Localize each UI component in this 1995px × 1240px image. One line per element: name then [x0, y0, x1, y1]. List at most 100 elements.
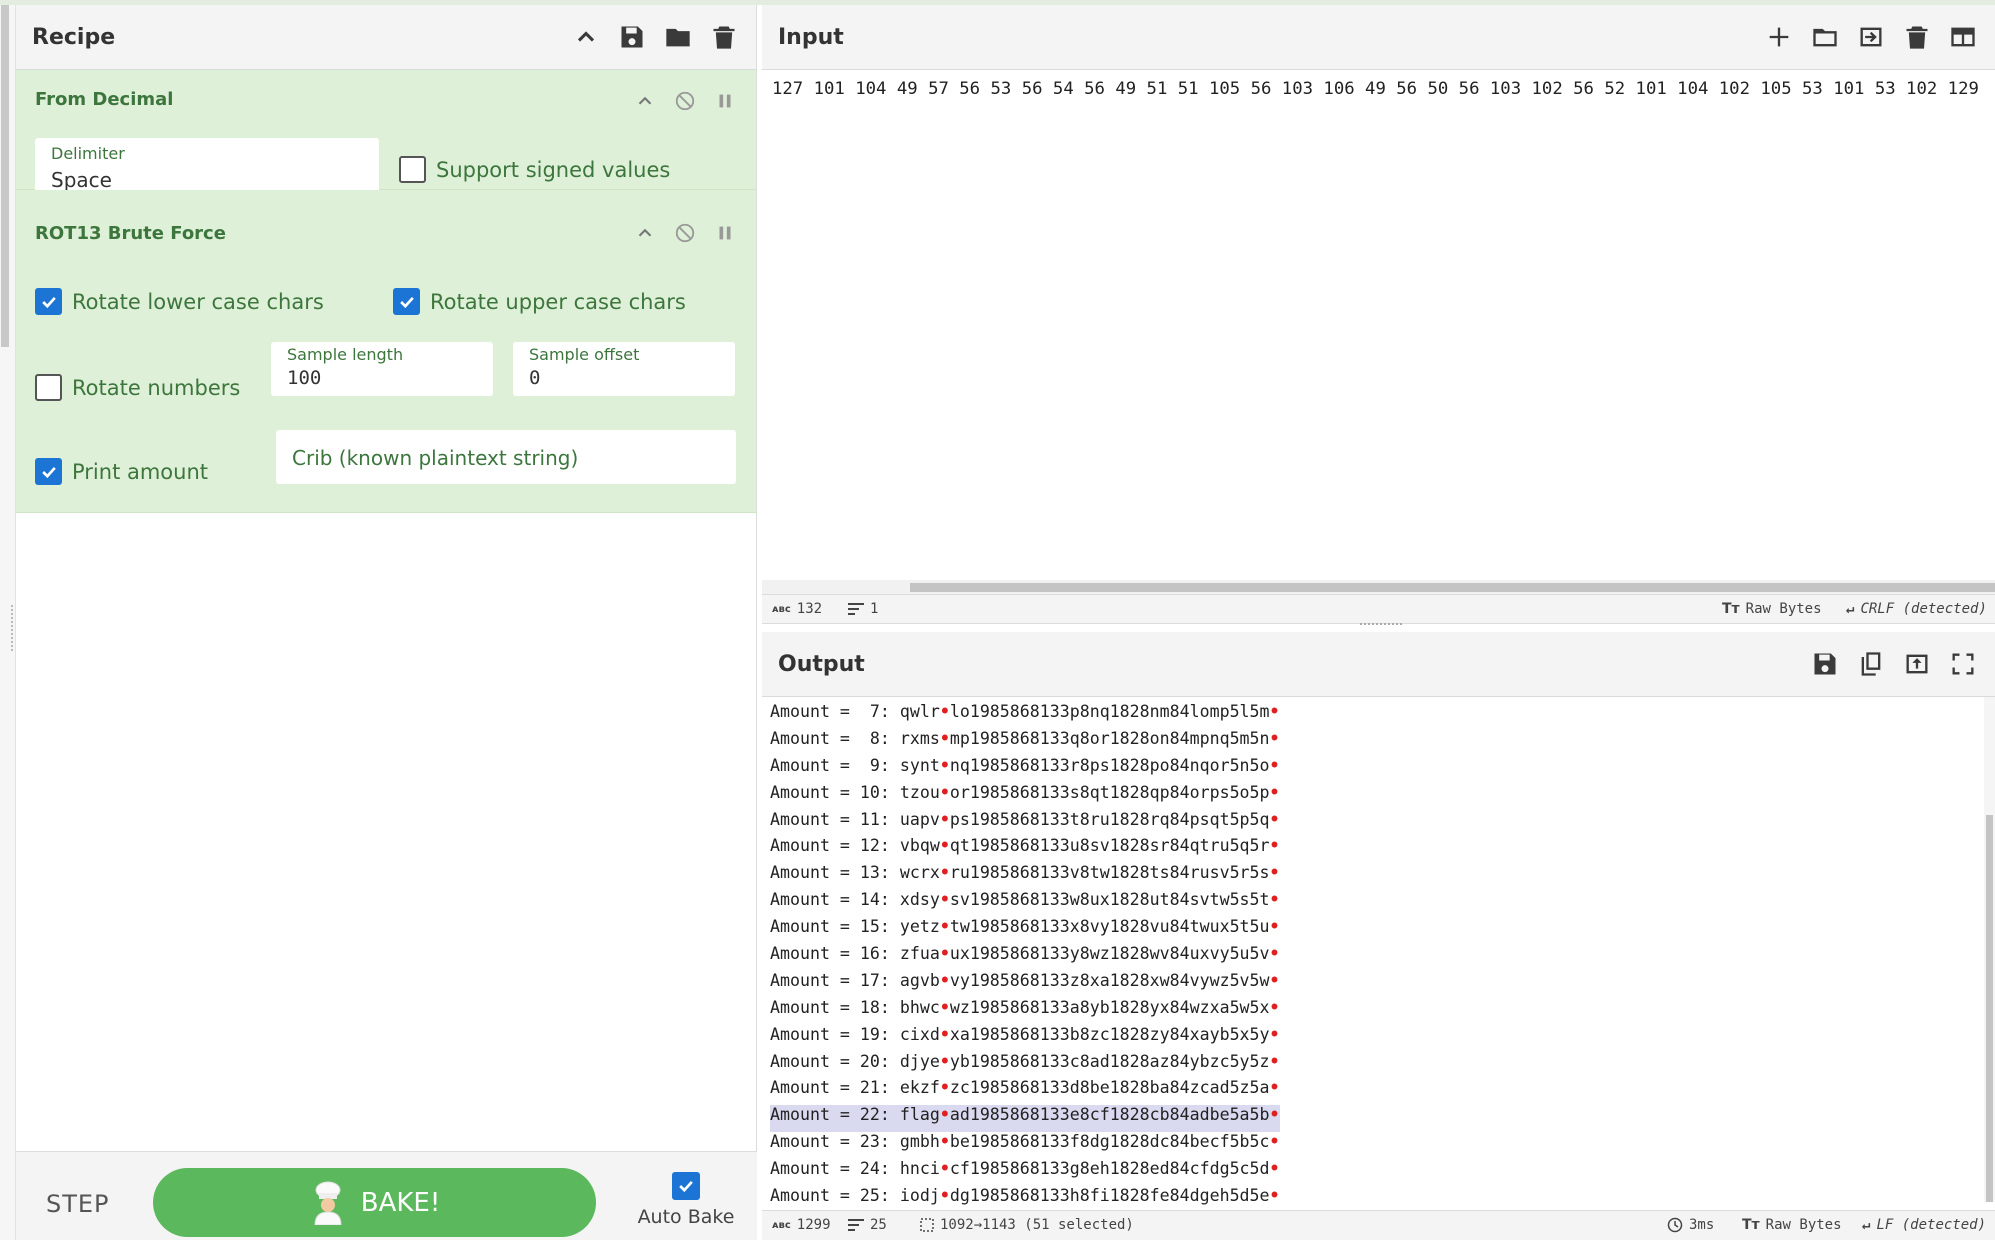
- time-value: 3ms: [1689, 1217, 1715, 1233]
- layout-icon[interactable]: [1947, 21, 1979, 53]
- crib-placeholder: Crib (known plaintext string): [292, 446, 579, 470]
- checkbox-checked[interactable]: [35, 288, 62, 315]
- control-char-marker: •: [1269, 728, 1280, 748]
- control-char-marker: •: [1269, 1024, 1280, 1044]
- scrollbar-thumb[interactable]: [1986, 815, 1993, 1202]
- control-char-marker: •: [939, 755, 950, 775]
- open-file-icon[interactable]: [1855, 21, 1887, 53]
- chevron-up-icon[interactable]: [634, 222, 656, 244]
- lines-icon: [848, 1219, 864, 1231]
- output-line: Amount = 18: bhwc•wz1985868133a8yb1828yx…: [770, 998, 1280, 1025]
- output-line-rest: zc1985868133d8be1828ba84zcad5z5a: [949, 1078, 1270, 1098]
- char-count: ᴀʙᴄ 132: [772, 601, 822, 617]
- control-char-marker: •: [1269, 863, 1280, 883]
- output-line-prefix: Amount = 7: qwlr: [770, 702, 940, 721]
- selection-value: 1092→1143 (51 selected): [940, 1217, 1134, 1233]
- control-char-marker: •: [1269, 890, 1280, 910]
- support-signed-checkbox[interactable]: Support signed values: [399, 156, 670, 183]
- disable-icon[interactable]: [674, 90, 696, 112]
- replace-input-icon[interactable]: [1901, 648, 1933, 680]
- save-recipe-icon[interactable]: [616, 21, 648, 53]
- clear-input-icon[interactable]: [1901, 21, 1933, 53]
- chevron-up-icon[interactable]: [634, 90, 656, 112]
- collapse-all-icon[interactable]: [570, 21, 602, 53]
- output-line: Amount = 15: yetz•tw1985868133x8vy1828vu…: [770, 917, 1280, 944]
- add-tab-icon[interactable]: [1763, 21, 1795, 53]
- checkbox-checked[interactable]: [35, 458, 62, 485]
- rotate-lower-checkbox[interactable]: Rotate lower case chars: [35, 288, 324, 315]
- auto-bake-checkbox[interactable]: Auto Bake: [636, 1172, 736, 1228]
- load-recipe-icon[interactable]: [662, 21, 694, 53]
- input-status-bar: ᴀʙᴄ 132 1 Tт Raw Bytes ↵ CRLF (detected): [762, 594, 1995, 624]
- output-line-rest: cf1985868133g8eh1828ed84cfdg5c5d: [949, 1159, 1270, 1179]
- control-char-marker: •: [1269, 1159, 1280, 1179]
- print-amount-checkbox[interactable]: Print amount: [35, 458, 208, 485]
- encoding-value: Raw Bytes: [1765, 1217, 1842, 1233]
- output-line: Amount = 17: agvb•vy1985868133z8xa1828xw…: [770, 971, 1280, 998]
- pause-icon[interactable]: [714, 222, 736, 244]
- control-char-marker: •: [939, 970, 950, 990]
- output-vertical-scrollbar[interactable]: [1984, 697, 1995, 1202]
- control-char-marker: •: [1269, 997, 1280, 1017]
- control-char-marker: •: [1269, 782, 1280, 802]
- checkbox-checked[interactable]: [393, 288, 420, 315]
- control-char-marker: •: [939, 702, 950, 721]
- control-char-marker: •: [1269, 944, 1280, 964]
- control-char-marker: •: [939, 890, 950, 910]
- control-char-marker: •: [1269, 702, 1280, 721]
- op-title: From Decimal: [35, 89, 174, 110]
- bake-button[interactable]: BAKE!: [153, 1168, 596, 1237]
- return-icon: ↵: [1846, 601, 1855, 617]
- input-eol[interactable]: ↵ CRLF (detected): [1846, 601, 1987, 617]
- output-line-rest: qt1985868133u8sv1828sr84qtru5q5r: [949, 836, 1270, 856]
- control-char-marker: •: [939, 997, 950, 1017]
- rotate-numbers-checkbox[interactable]: Rotate numbers: [35, 374, 240, 401]
- input-horizontal-scrollbar[interactable]: [762, 580, 1995, 594]
- input-panel: Input 127 101 104 49 57 56 53 56 54 56 4…: [762, 5, 1995, 624]
- clear-recipe-icon[interactable]: [708, 21, 740, 53]
- open-folder-icon[interactable]: [1809, 21, 1841, 53]
- output-line-prefix: Amount = 24: hnci: [770, 1159, 940, 1179]
- output-line-prefix: Amount = 22: flag: [770, 1105, 940, 1125]
- line-count-value: 25: [870, 1217, 887, 1233]
- sample-length-field[interactable]: Sample length 100: [271, 342, 493, 396]
- fullscreen-icon[interactable]: [1947, 648, 1979, 680]
- control-char-marker: •: [939, 836, 950, 856]
- recipe-header: Recipe: [16, 5, 756, 70]
- pause-icon[interactable]: [714, 90, 736, 112]
- input-encoding[interactable]: Tт Raw Bytes: [1722, 601, 1822, 617]
- output-line: Amount = 7: qwlr•lo1985868133p8nq1828nm8…: [770, 702, 1280, 729]
- step-button[interactable]: STEP: [46, 1190, 110, 1218]
- op-title: ROT13 Brute Force: [35, 223, 226, 244]
- sample-offset-field[interactable]: Sample offset 0: [513, 342, 735, 396]
- resize-grip[interactable]: [11, 605, 14, 651]
- checkbox-label: Support signed values: [436, 157, 671, 182]
- input-text[interactable]: 127 101 104 49 57 56 53 56 54 56 49 51 5…: [772, 79, 1995, 99]
- bake-label: BAKE!: [360, 1187, 441, 1218]
- disable-icon[interactable]: [674, 222, 696, 244]
- scrollbar-thumb[interactable]: [910, 583, 1995, 592]
- output-line: Amount = 21: ekzf•zc1985868133d8be1828ba…: [770, 1078, 1280, 1105]
- output-line-prefix: Amount = 20: djye: [770, 1051, 940, 1071]
- control-char-marker: •: [1269, 1078, 1280, 1098]
- left-scrollbar-thumb[interactable]: [1, 5, 9, 347]
- output-eol[interactable]: ↵ LF (detected): [1862, 1217, 1986, 1233]
- line-count: 1: [848, 601, 878, 617]
- checkbox-box[interactable]: [35, 374, 62, 401]
- text-size-icon: Tт: [1742, 1217, 1760, 1233]
- save-output-icon[interactable]: [1809, 648, 1841, 680]
- copy-output-icon[interactable]: [1855, 648, 1887, 680]
- rotate-upper-checkbox[interactable]: Rotate upper case chars: [393, 288, 686, 315]
- output-line-prefix: Amount = 16: zfua: [770, 944, 940, 964]
- output-encoding[interactable]: Tт Raw Bytes: [1742, 1217, 1842, 1233]
- checkbox-box[interactable]: [399, 156, 426, 183]
- output-text[interactable]: Amount = 7: qwlr•lo1985868133p8nq1828nm8…: [770, 702, 1280, 1213]
- crib-field[interactable]: Crib (known plaintext string): [276, 430, 736, 484]
- output-line: Amount = 24: hnci •cf1985868133g8eh1828ed…: [770, 1159, 1280, 1186]
- checkbox-checked[interactable]: [672, 1172, 700, 1200]
- output-line-rest: or1985868133s8qt1828qp84orps5o5p: [949, 782, 1270, 802]
- eol-value: LF (detected): [1876, 1217, 1987, 1233]
- checkbox-label: Rotate numbers: [72, 375, 241, 400]
- output-line-prefix: Amount = 19: cixd: [770, 1024, 940, 1044]
- panel-resize-grip[interactable]: [1360, 623, 1402, 627]
